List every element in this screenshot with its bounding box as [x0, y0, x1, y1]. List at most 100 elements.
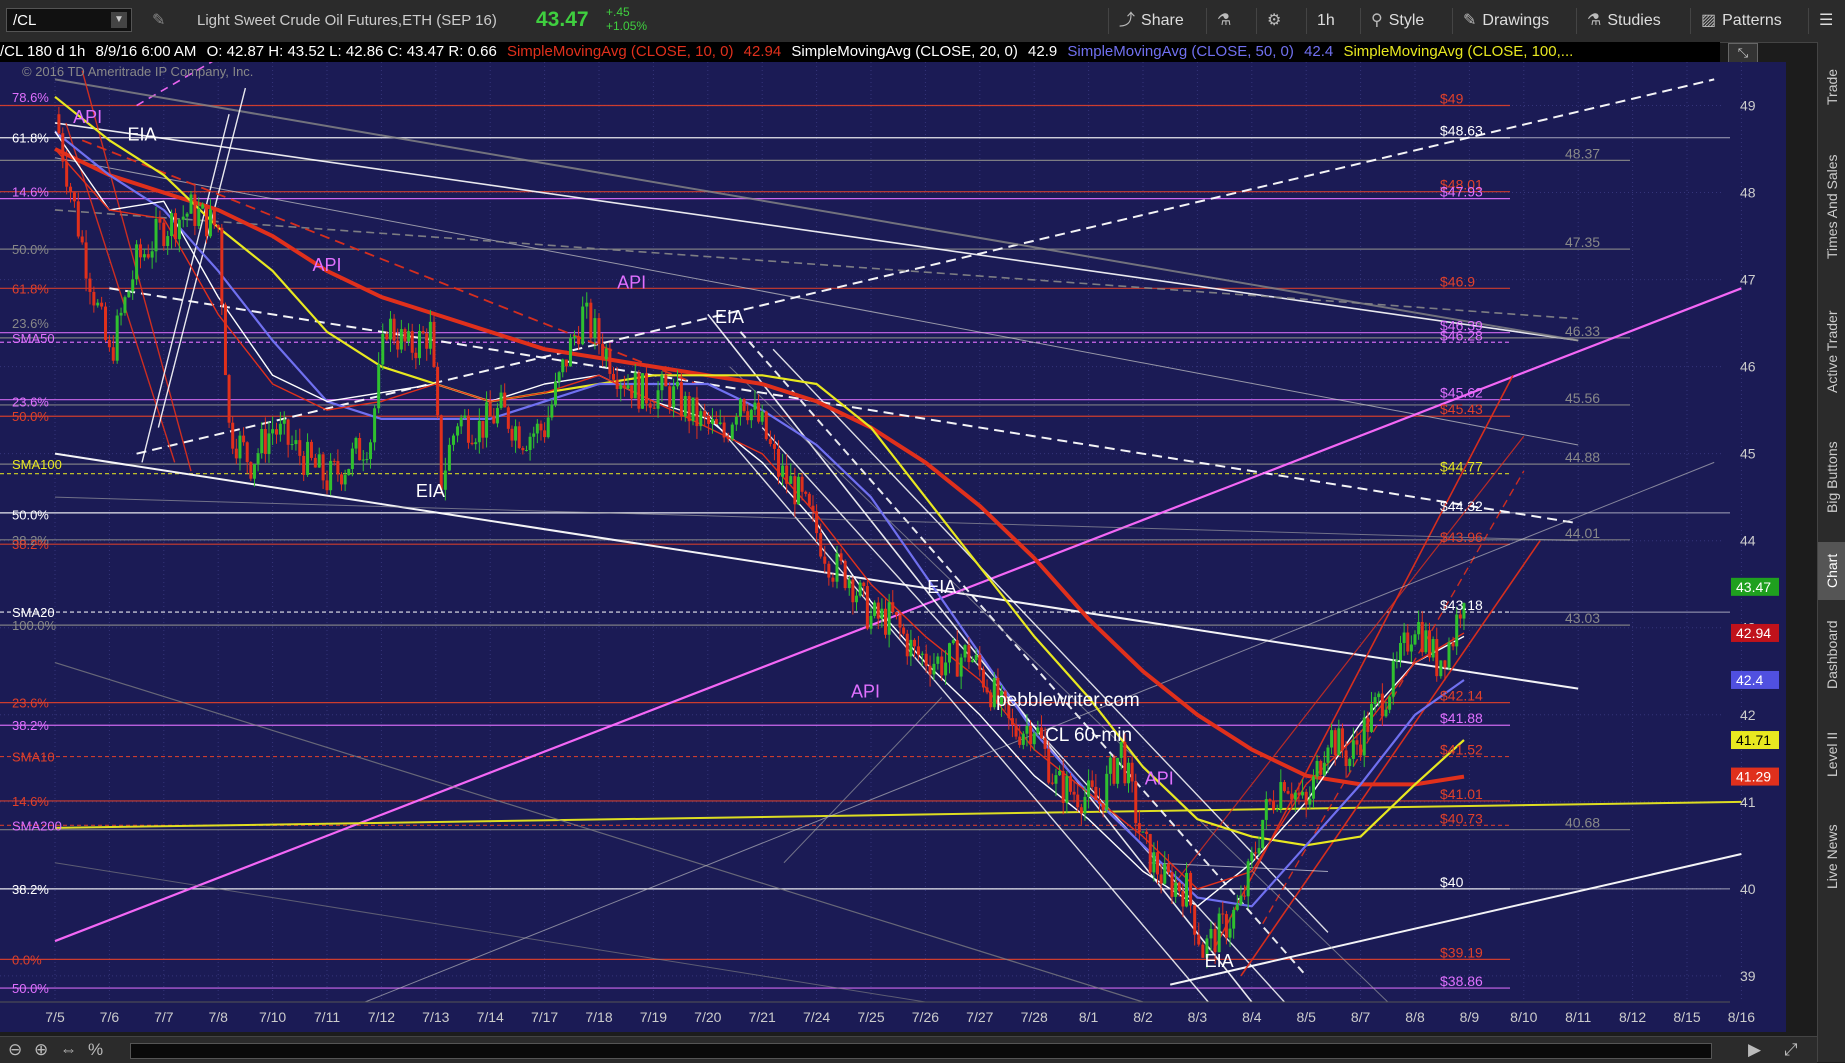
fib-label: 61.8%	[12, 131, 49, 146]
candle-body	[1458, 614, 1462, 619]
candle-body	[306, 441, 310, 475]
candle-body	[1123, 741, 1127, 784]
sidebar-tab-dashboard[interactable]: Dashboard	[1818, 607, 1845, 702]
percent-icon[interactable]: %	[88, 1040, 103, 1060]
sidebar-tab-active-trader[interactable]: Active Trader	[1818, 292, 1845, 412]
interval-label: 1h	[1317, 12, 1335, 29]
scroll-right-icon[interactable]: ▶	[1748, 1040, 1761, 1060]
candle-body	[1413, 634, 1417, 645]
fit-icon[interactable]: ⇔	[60, 1040, 77, 1060]
candle-body	[675, 381, 679, 387]
candle-body	[354, 437, 358, 449]
legend-sma100[interactable]: SimpleMovingAvg (CLOSE, 100,...	[1343, 43, 1573, 60]
candle-body	[495, 407, 499, 424]
candle-body	[403, 329, 407, 342]
candle-body	[1221, 913, 1225, 915]
candle-body	[1018, 736, 1022, 745]
x-tick-label: 7/20	[694, 1009, 721, 1025]
x-tick-label: 7/21	[749, 1009, 776, 1025]
legend-sma10[interactable]: SimpleMovingAvg (CLOSE, 10, 0)	[507, 43, 734, 60]
chart-expand-icon[interactable]: ⤡	[1728, 43, 1758, 63]
event-annotation: EIA	[1205, 951, 1234, 971]
legend-sma20[interactable]: SimpleMovingAvg (CLOSE, 20, 0)	[791, 43, 1018, 60]
candle-body	[726, 437, 730, 440]
candle-body	[644, 373, 648, 404]
candle-body	[407, 331, 411, 342]
candle-body	[1439, 660, 1443, 677]
candle-body	[1213, 928, 1217, 953]
x-tick-label: 8/9	[1460, 1009, 1480, 1025]
patterns-label: Patterns	[1722, 12, 1782, 29]
candle-body	[876, 602, 880, 619]
sidebar-tab-chart[interactable]: Chart	[1818, 542, 1845, 600]
y-tick-label: 44	[1740, 533, 1756, 549]
pencil-icon[interactable]: ✎	[152, 10, 165, 30]
patterns-button[interactable]: ▨ Patterns	[1690, 8, 1800, 34]
candle-body	[1377, 693, 1381, 698]
legend-sma50[interactable]: SimpleMovingAvg (CLOSE, 50, 0)	[1067, 43, 1294, 60]
expand-icon[interactable]: ⤢	[1784, 1040, 1798, 1060]
change-percent: +1.05%	[606, 19, 648, 33]
candle-body	[630, 385, 634, 399]
candle-body	[1141, 831, 1145, 833]
candle-body	[104, 306, 108, 340]
x-tick-label: 7/10	[259, 1009, 286, 1025]
candle-body	[612, 373, 616, 380]
level-label: $41.52	[1440, 742, 1483, 758]
candle-body	[267, 433, 271, 455]
sidebar-tab-live-news[interactable]: Live News	[1818, 807, 1845, 907]
candle-body	[656, 390, 660, 409]
candle-body	[1112, 757, 1116, 784]
drawings-button[interactable]: ✎ Drawings	[1452, 8, 1572, 34]
x-tick-label: 7/6	[100, 1009, 120, 1025]
candle-body	[622, 385, 626, 389]
candle-body	[985, 687, 989, 693]
candle-body	[1116, 757, 1120, 784]
menu-button[interactable]: ☰	[1808, 8, 1845, 34]
scroll-track[interactable]	[130, 1043, 1712, 1059]
candle-body	[1010, 718, 1014, 726]
interval-button[interactable]: 1h	[1306, 8, 1356, 34]
sidebar-tab-trade[interactable]: Trade	[1818, 52, 1845, 122]
candle-body	[920, 653, 924, 655]
symbol-input[interactable]: /CL ▼	[6, 8, 132, 32]
candle-body	[521, 447, 525, 451]
candle-body	[227, 375, 231, 423]
x-tick-label: 7/11	[314, 1009, 340, 1025]
price-chart[interactable]: $49$48.6348.37$48.01$47.9347.35$46.9$46.…	[0, 62, 1786, 1032]
legend-symbol: /CL 180 d 1h	[0, 43, 86, 60]
x-tick-label: 7/5	[45, 1009, 65, 1025]
candle-body	[891, 602, 895, 613]
candle-body	[619, 385, 623, 389]
candle-body	[278, 423, 282, 435]
settings-button[interactable]: ⚙	[1256, 8, 1292, 34]
candle-body	[377, 364, 381, 409]
flask-button[interactable]: ⚗	[1206, 8, 1242, 34]
candle-body	[683, 396, 687, 417]
style-button[interactable]: ⚲ Style	[1360, 8, 1444, 34]
share-button[interactable]: ⤴ Share	[1108, 8, 1192, 34]
studies-button[interactable]: ⚗ Studies	[1576, 8, 1686, 34]
fib-label: 38.2%	[12, 882, 49, 897]
symbol-dropdown-icon[interactable]: ▼	[111, 12, 127, 28]
level-label: 46.33	[1565, 323, 1600, 339]
x-tick-label: 8/8	[1405, 1009, 1425, 1025]
candle-body	[648, 403, 652, 408]
copyright-text: © 2016 TD Ameritrade IP Company, Inc.	[22, 64, 253, 79]
event-annotation: EIA	[416, 481, 445, 501]
level-label: 44.88	[1565, 449, 1600, 465]
candle-body	[57, 114, 61, 134]
sidebar-tab-times-and-sales[interactable]: Times And Sales	[1818, 132, 1845, 282]
y-tick-label: 42	[1740, 707, 1756, 723]
candle-body	[1177, 882, 1181, 892]
fib-label: 100.0%	[12, 618, 57, 633]
candle-body	[317, 454, 321, 468]
candle-body	[691, 397, 695, 422]
sidebar-tab-level-ii[interactable]: Level II	[1818, 712, 1845, 797]
zoom-out-icon[interactable]: ⊖	[8, 1040, 22, 1060]
candle-body	[777, 448, 781, 477]
zoom-in-icon[interactable]: ⊕	[34, 1040, 48, 1060]
sidebar-tab-big-buttons[interactable]: Big Buttons	[1818, 422, 1845, 532]
candle-body	[699, 411, 703, 427]
candle-body	[1272, 801, 1276, 810]
